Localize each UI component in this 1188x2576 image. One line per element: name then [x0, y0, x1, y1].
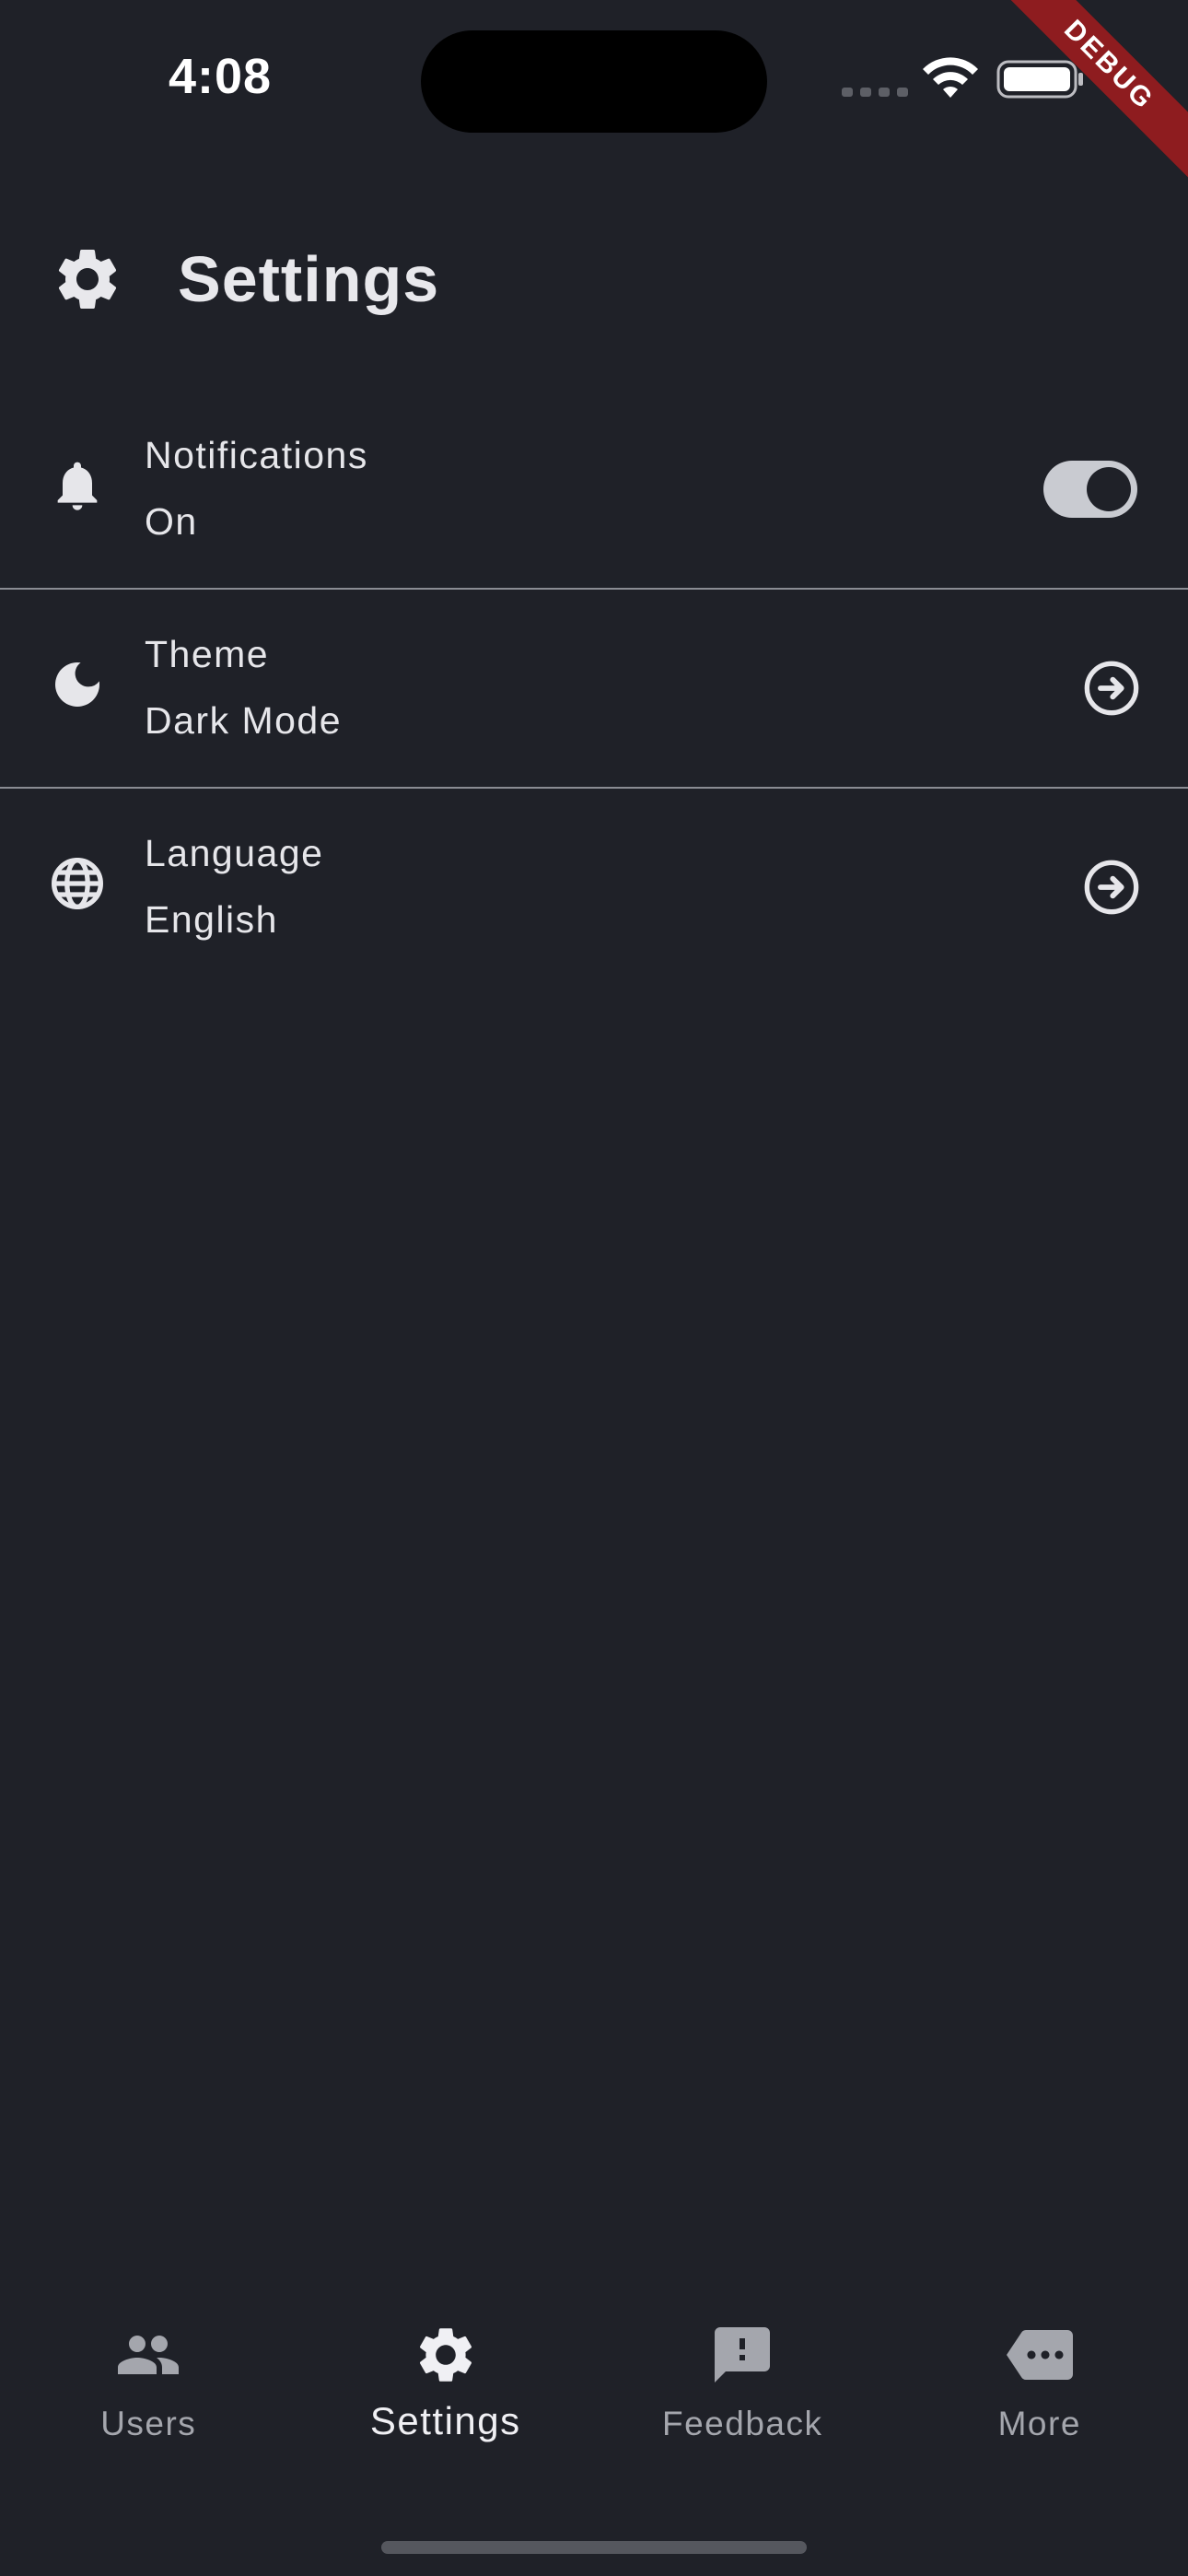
settings-row-theme[interactable]: Theme Dark Mode: [0, 588, 1188, 787]
arrow-circle-right-icon[interactable]: [1082, 858, 1141, 917]
gear-icon: [419, 2328, 472, 2382]
nav-item-settings[interactable]: Settings: [297, 2322, 595, 2469]
settings-row-text: Language English: [145, 827, 323, 945]
nav-item-users[interactable]: Users: [0, 2322, 297, 2469]
more-icon: [1006, 2330, 1073, 2380]
nav-label-feedback: Feedback: [662, 2405, 823, 2442]
status-bar-time: 4:08: [169, 49, 273, 104]
page-header: Settings: [51, 238, 439, 321]
notifications-value: On: [145, 500, 198, 543]
settings-list: Notifications On Theme Dark Mode Languag…: [0, 391, 1188, 986]
bell-icon: [57, 462, 98, 510]
language-value: English: [145, 898, 278, 941]
nav-label-users: Users: [100, 2405, 197, 2442]
arrow-circle-right-icon[interactable]: [1082, 659, 1141, 718]
globe-icon: [52, 858, 103, 909]
home-indicator[interactable]: [381, 2541, 807, 2554]
dynamic-island: [421, 30, 767, 133]
nav-label-more: More: [997, 2405, 1081, 2442]
settings-row-text: Notifications On: [145, 429, 368, 547]
nav-item-more[interactable]: More: [891, 2322, 1188, 2469]
nav-label-settings: Settings: [369, 2399, 521, 2442]
moon-icon: [55, 662, 99, 707]
debug-banner: DEBUG: [985, 0, 1188, 203]
settings-row-text: Theme Dark Mode: [145, 628, 342, 746]
toggle-knob: [1087, 467, 1131, 511]
theme-value: Dark Mode: [145, 699, 343, 742]
theme-title: Theme: [145, 633, 270, 675]
nav-item-feedback[interactable]: Feedback: [594, 2322, 891, 2469]
notifications-title: Notifications: [145, 434, 368, 476]
gear-icon: [58, 250, 117, 309]
settings-row-language[interactable]: Language English: [0, 787, 1188, 986]
feedback-icon: [715, 2327, 771, 2383]
bottom-navigation-bar: Users Settings Feedback More: [0, 2322, 1188, 2469]
people-icon: [118, 2336, 180, 2374]
debug-label: DEBUG: [995, 0, 1188, 180]
notifications-toggle[interactable]: [1043, 461, 1137, 518]
settings-row-notifications[interactable]: Notifications On: [0, 391, 1188, 588]
page-title: Settings: [178, 243, 440, 315]
wifi-icon: [923, 57, 978, 98]
language-title: Language: [145, 832, 324, 874]
cellular-signal-icon: [842, 88, 908, 97]
